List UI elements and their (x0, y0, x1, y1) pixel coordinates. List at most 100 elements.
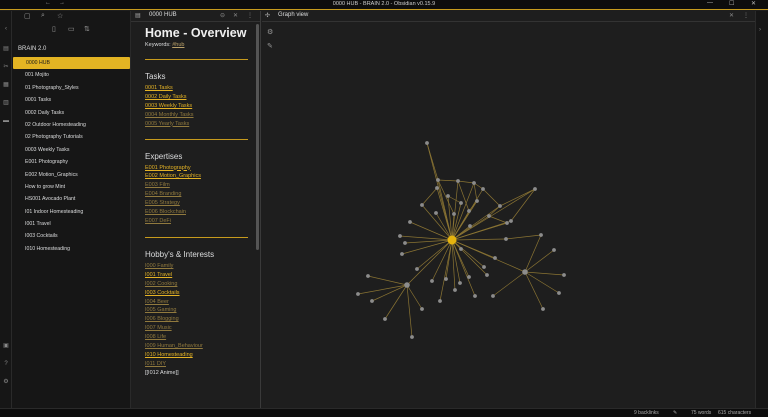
file-item[interactable]: I001 Travel (12, 218, 131, 230)
note-link[interactable]: [[I012 Anime]] (145, 369, 255, 378)
graph-node[interactable] (430, 279, 434, 283)
graph-node[interactable] (539, 233, 543, 237)
close-tab-icon[interactable]: ✕ (233, 12, 238, 19)
open-note-icon[interactable]: ▤ (2, 45, 10, 53)
graph-node[interactable] (444, 277, 448, 281)
note-link[interactable]: E003 Film (145, 181, 255, 190)
note-link[interactable]: E002 Motion_Graphics (145, 172, 255, 181)
note-link[interactable]: E006 Blockchain (145, 208, 255, 217)
graph-node[interactable] (420, 203, 424, 207)
file-item[interactable]: 001 Mojito (12, 69, 131, 81)
note-link[interactable]: I009 Human_Behaviour (145, 342, 255, 351)
sort-icon[interactable]: ⇅ (84, 25, 90, 33)
note-tab[interactable]: ▤ 0000 HUB ⊖ ✕ ⋮ (131, 11, 260, 22)
file-item[interactable]: 0000 HUB (13, 57, 130, 70)
graph-node[interactable] (467, 275, 471, 279)
file-item[interactable]: 0001 Tasks (12, 94, 131, 106)
graph-node[interactable] (473, 294, 477, 298)
file-item[interactable]: HS001 Avocado Plant (12, 193, 131, 205)
graph-node[interactable] (453, 288, 457, 292)
graph-node[interactable] (356, 292, 360, 296)
file-item[interactable]: 01 Photography_Styles (12, 82, 131, 94)
graph-node[interactable] (446, 194, 450, 198)
graph-node[interactable] (562, 273, 566, 277)
graph-canvas[interactable] (262, 11, 755, 408)
graph-node[interactable] (452, 212, 456, 216)
note-link[interactable]: I002 Cooking (145, 280, 255, 289)
graph-node[interactable] (493, 256, 497, 260)
graph-node[interactable] (425, 141, 429, 145)
link-icon[interactable]: ⊖ (220, 12, 225, 19)
file-item[interactable]: I01 Indoor Homesteading (12, 206, 131, 218)
note-link[interactable]: I011 DIY (145, 360, 255, 369)
graph-node[interactable] (505, 221, 509, 225)
note-link[interactable]: 0005 Yearly Tasks (145, 120, 255, 129)
graph-node[interactable] (403, 241, 407, 245)
file-item[interactable]: I003 Cocktails (12, 230, 131, 242)
note-link[interactable]: I003 Cocktails (145, 289, 255, 298)
minimize-icon[interactable]: — (707, 0, 713, 6)
file-item[interactable]: E001 Photography (12, 156, 131, 168)
graph-node[interactable] (404, 282, 410, 288)
note-scrollbar[interactable] (256, 24, 259, 250)
graph-node[interactable] (468, 224, 472, 228)
graph-node[interactable] (467, 209, 471, 213)
note-link[interactable]: I000 Family (145, 262, 255, 271)
graph-node[interactable] (522, 269, 528, 275)
graph-node[interactable] (459, 247, 463, 251)
graph-node[interactable] (509, 219, 513, 223)
graph-node[interactable] (482, 265, 486, 269)
graph-node[interactable] (533, 187, 537, 191)
graph-node[interactable] (487, 214, 491, 218)
hub-tag[interactable]: #hub (172, 42, 184, 48)
graph-node[interactable] (485, 273, 489, 277)
graph-node[interactable] (434, 211, 438, 215)
note-link[interactable]: I004 Beer (145, 298, 255, 307)
graph-node[interactable] (557, 291, 561, 295)
note-content[interactable]: Home - Overview Keywords: #hub Tasks 000… (145, 25, 255, 378)
graph-node[interactable] (498, 204, 502, 208)
more-options-icon[interactable]: ⋮ (247, 12, 253, 19)
graph-node[interactable] (459, 201, 463, 205)
graph-node[interactable] (475, 199, 479, 203)
graph-node[interactable] (398, 234, 402, 238)
edit-mode-icon[interactable]: ✎ (673, 410, 677, 416)
graph-node[interactable] (504, 237, 508, 241)
graph-node[interactable] (472, 181, 476, 185)
note-link[interactable]: I005 Gaming (145, 306, 255, 315)
close-icon[interactable]: ✕ (751, 0, 756, 7)
command-icon[interactable]: ▬ (2, 117, 10, 125)
graph-node[interactable] (400, 252, 404, 256)
file-item[interactable]: 02 Photography Tutorials (12, 131, 131, 143)
note-link[interactable]: 0002 Daily Tasks (145, 93, 255, 102)
file-item[interactable]: E002 Motion_Graphics (12, 169, 131, 181)
file-item[interactable]: 0002 Daily Tasks (12, 107, 131, 119)
file-item[interactable]: 0003 Weekly Tasks (12, 144, 131, 156)
graph-node[interactable] (541, 307, 545, 311)
note-link[interactable]: I010 Homesteading (145, 351, 255, 360)
graph-node[interactable] (481, 187, 485, 191)
maximize-icon[interactable]: ☐ (729, 0, 734, 7)
graph-hub-node[interactable] (447, 235, 457, 245)
note-link[interactable]: I001 Travel (145, 271, 255, 280)
file-item[interactable]: 02 Outdoor Homesteading (12, 119, 131, 131)
graph-node[interactable] (410, 335, 414, 339)
note-link[interactable]: E007 DeFi (145, 217, 255, 226)
graph-icon[interactable]: ✂ (2, 63, 10, 71)
note-link[interactable]: 0004 Monthly Tasks (145, 111, 255, 120)
file-item[interactable]: How to grow Mint (12, 181, 131, 193)
graph-node[interactable] (383, 317, 387, 321)
expand-right-sidebar-icon[interactable]: › (759, 27, 761, 33)
note-link[interactable]: I008 Life (145, 333, 255, 342)
graph-node[interactable] (420, 307, 424, 311)
vault-icon[interactable]: ▣ (2, 342, 10, 350)
backlinks-count[interactable]: 9 backlinks (634, 410, 659, 416)
graph-node[interactable] (456, 179, 460, 183)
graph-node[interactable] (491, 294, 495, 298)
graph-node[interactable] (366, 274, 370, 278)
note-link[interactable]: 0001 Tasks (145, 84, 255, 93)
graph-node[interactable] (370, 299, 374, 303)
note-link[interactable]: 0003 Weekly Tasks (145, 102, 255, 111)
note-link[interactable]: E005 Strategy (145, 199, 255, 208)
files-icon[interactable]: ▢ (24, 12, 31, 20)
